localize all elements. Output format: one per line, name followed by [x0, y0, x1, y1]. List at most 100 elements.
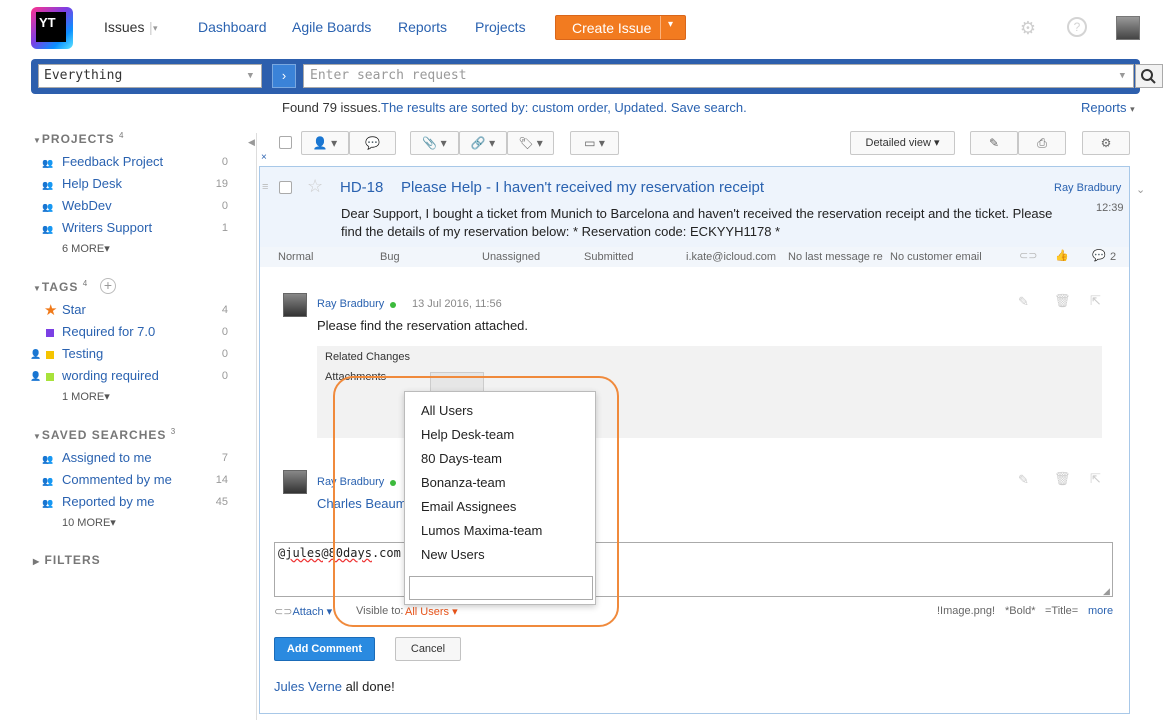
tags-section-header[interactable]: ▼TAGS 4 — [33, 279, 88, 294]
dropdown-filter-input[interactable] — [409, 576, 593, 600]
chevron-down-icon[interactable]: ▾ — [668, 19, 673, 30]
youtrack-logo[interactable]: YT — [31, 7, 73, 49]
attach-link[interactable]: ⊂⊃Attach ▾ — [274, 605, 332, 618]
thumbs-up-icon[interactable]: 👍 — [1055, 249, 1069, 262]
state-field[interactable]: Submitted — [584, 251, 634, 263]
filters-section-header[interactable]: ▶ FILTERS — [33, 553, 101, 567]
save-search-link[interactable]: Save search. — [671, 100, 747, 115]
sidebar-item-writers-support[interactable]: 👥 Writers Support 1 — [42, 220, 232, 238]
add-comment-button[interactable]: Add Comment — [274, 637, 375, 661]
projects-more-link[interactable]: 6 MORE▾ — [62, 242, 110, 255]
drag-handle-icon[interactable]: ≡ — [262, 181, 268, 193]
search-context-select[interactable]: Everything ▼ — [38, 64, 262, 88]
chevron-down-icon[interactable]: ▼ — [1120, 71, 1125, 81]
dropdown-option[interactable]: Bonanza-team — [421, 475, 506, 490]
collapse-sidebar-icon[interactable]: ◀ — [248, 137, 255, 148]
chevron-down-icon[interactable]: ⌄ — [1136, 183, 1145, 196]
sidebar-item-label: Required for 7.0 — [62, 324, 156, 339]
sidebar-item-tag-testing[interactable]: 👤 Testing 0 — [30, 346, 232, 364]
nav-issues[interactable]: Issues — [104, 19, 144, 35]
projects-section-header[interactable]: ▼PROJECTS 4 — [33, 131, 124, 146]
sort-fields-link[interactable]: custom order, Updated. — [532, 100, 667, 115]
add-tag-icon[interactable]: + — [100, 278, 116, 294]
external-link-icon[interactable]: ⇱ — [1090, 471, 1101, 487]
saved-searches-more-link[interactable]: 10 MORE▾ — [62, 516, 116, 529]
assignee-button[interactable]: 👤 ▾ — [301, 131, 349, 155]
issue-title[interactable]: Please Help - I haven't received my rese… — [401, 179, 764, 196]
type-field[interactable]: Bug — [380, 251, 400, 263]
markup-more-link[interactable]: more — [1088, 605, 1113, 617]
create-issue-button[interactable]: Create Issue ▾ — [555, 15, 686, 40]
sidebar-item-reported-by-me[interactable]: 👥 Reported by me 45 — [42, 494, 232, 512]
settings-button[interactable]: ⚙ — [1082, 131, 1130, 155]
view-mode-select[interactable]: Detailed view ▾ — [850, 131, 955, 155]
comment-button[interactable]: 💬 — [349, 131, 396, 155]
issue-id[interactable]: HD-18 — [340, 179, 383, 196]
priority-field[interactable]: Normal — [278, 251, 313, 263]
assignee-field[interactable]: Unassigned — [482, 251, 540, 263]
footer-author[interactable]: Jules Verne — [274, 679, 342, 694]
sidebar-item-tag-required[interactable]: Required for 7.0 0 — [42, 324, 232, 342]
nav-dashboard[interactable]: Dashboard — [198, 19, 267, 35]
sidebar-item-tag-star[interactable]: ★ Star 4 — [42, 302, 232, 320]
edit-button[interactable]: ✎ — [970, 131, 1018, 155]
sidebar-item-count: 0 — [221, 200, 228, 212]
pencil-icon[interactable]: ✎ — [1018, 294, 1029, 310]
sidebar-item-help-desk[interactable]: 👥 Help Desk 19 — [42, 176, 232, 194]
link-icon[interactable]: ⊂⊃ — [1019, 249, 1037, 262]
sidebar-item-feedback-project[interactable]: 👥 Feedback Project 0 — [42, 154, 232, 172]
nav-agile-boards[interactable]: Agile Boards — [292, 19, 371, 35]
dropdown-option[interactable]: All Users — [421, 403, 473, 418]
external-link-icon[interactable]: ⇱ — [1090, 293, 1101, 309]
comment-icon[interactable]: 💬 — [1092, 249, 1106, 262]
issue-reporter[interactable]: Ray Bradbury — [1054, 182, 1121, 194]
issue-time: 12:39 — [1096, 202, 1124, 214]
nav-projects[interactable]: Projects — [475, 19, 526, 35]
gear-icon[interactable]: ⚙ — [1017, 17, 1039, 39]
sidebar-item-tag-wording[interactable]: 👤 wording required 0 — [30, 368, 232, 386]
dropdown-option[interactable]: New Users — [421, 547, 485, 562]
pencil-icon[interactable]: ✎ — [1018, 472, 1029, 488]
print-button[interactable]: ⎙ — [1018, 131, 1066, 155]
dropdown-option[interactable]: 80 Days-team — [421, 451, 502, 466]
email-field[interactable]: i.kate@icloud.com — [686, 251, 776, 263]
resize-handle-icon[interactable]: ◢ — [1103, 586, 1110, 597]
more-label: 1 MORE — [62, 391, 105, 403]
reports-dropdown-link[interactable]: Reports ▾ — [1081, 100, 1135, 115]
search-input[interactable]: Enter search request ▼ — [303, 64, 1134, 88]
sidebar-item-assigned-to-me[interactable]: 👥 Assigned to me 7 — [42, 450, 232, 468]
help-icon[interactable]: ? — [1067, 17, 1087, 37]
sidebar-item-count: 45 — [215, 496, 228, 508]
chevron-down-icon[interactable]: ▾ — [153, 23, 158, 34]
search-button[interactable] — [1135, 64, 1163, 88]
star-icon[interactable]: ☆ — [307, 176, 323, 197]
dropdown-option[interactable]: Lumos Maxima-team — [421, 523, 542, 538]
trash-icon[interactable]: 🗑 — [1054, 293, 1071, 309]
sidebar-divider[interactable] — [256, 133, 257, 720]
close-icon[interactable]: × — [261, 152, 267, 163]
saved-searches-title: SAVED SEARCHES — [41, 428, 167, 442]
search-context-arrow-button[interactable]: › — [272, 64, 296, 88]
user-avatar[interactable] — [1116, 16, 1140, 40]
issue-checkbox[interactable] — [279, 181, 292, 194]
sidebar-item-count: 0 — [221, 348, 228, 360]
nav-reports[interactable]: Reports — [398, 19, 447, 35]
dropdown-option[interactable]: Help Desk-team — [421, 427, 514, 442]
attach-button[interactable]: 📎 ▾ — [410, 131, 459, 155]
last-message-field[interactable]: No last message re — [788, 251, 883, 263]
sidebar-item-commented-by-me[interactable]: 👥 Commented by me 14 — [42, 472, 232, 490]
cancel-button[interactable]: Cancel — [395, 637, 461, 661]
tag-button[interactable]: 🏷 ▾ — [507, 131, 554, 155]
people-icon: 👥 — [42, 476, 54, 486]
select-all-checkbox[interactable] — [279, 136, 292, 149]
saved-searches-section-header[interactable]: ▼SAVED SEARCHES 3 — [33, 427, 176, 442]
dropdown-option[interactable]: Email Assignees — [421, 499, 516, 514]
comment-author[interactable]: Ray Bradbury — [317, 298, 384, 310]
projects-title: PROJECTS — [41, 132, 115, 146]
customer-email-field[interactable]: No customer email — [890, 251, 982, 263]
tags-more-link[interactable]: 1 MORE▾ — [62, 390, 110, 403]
link-button[interactable]: 🔗 ▾ — [459, 131, 507, 155]
trash-icon[interactable]: 🗑 — [1054, 471, 1071, 487]
command-window-button[interactable]: ▭ ▾ — [570, 131, 619, 155]
sidebar-item-webdev[interactable]: 👥 WebDev 0 — [42, 198, 232, 216]
